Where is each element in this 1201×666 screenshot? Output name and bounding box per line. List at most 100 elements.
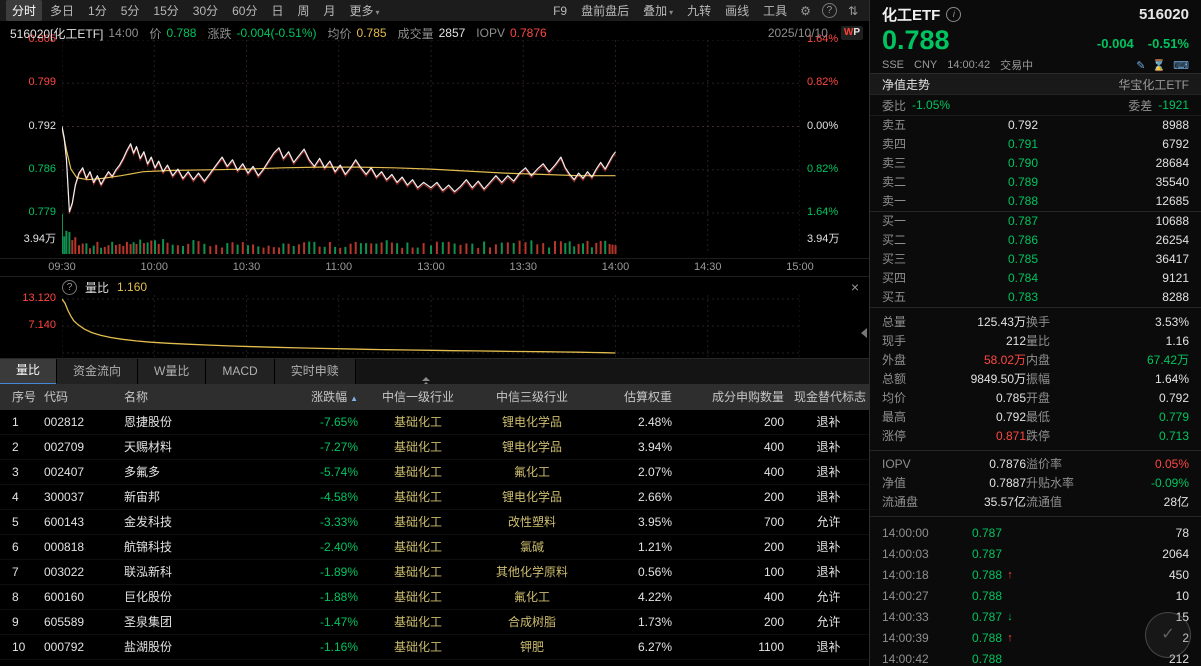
cell-weight: 1.73% xyxy=(592,610,678,634)
table-row[interactable]: 5600143金发科技-3.33%基础化工改性塑料3.95%700允许 xyxy=(0,510,869,535)
table-row[interactable]: 4300037新宙邦-4.58%基础化工锂电化学品2.66%200退补 xyxy=(0,485,869,510)
toolbar-period[interactable]: 多日 xyxy=(44,0,80,21)
toolbar-period[interactable]: 月 xyxy=(318,0,342,21)
volume-max-label: 3.94万 xyxy=(0,230,56,246)
stat-value: 0.792 xyxy=(1088,389,1189,408)
order-volume: 36417 xyxy=(1038,250,1189,269)
price-plot[interactable] xyxy=(62,40,800,214)
collapse-icon[interactable]: ⇅ xyxy=(843,4,863,18)
toolbar-period[interactable]: 1分 xyxy=(82,0,113,21)
stat-label: 溢价率 xyxy=(1026,455,1088,474)
ask-row[interactable]: 卖四0.7916792 xyxy=(870,135,1201,154)
watermark-badge: ✓ xyxy=(1145,612,1191,658)
order-level-label: 卖五 xyxy=(882,116,916,135)
column-header[interactable]: 涨跌幅▲ xyxy=(274,384,364,410)
percent-axis-label: 0.00% xyxy=(807,120,865,132)
toolbar-period[interactable]: 周 xyxy=(292,0,316,21)
price-value: 0.788 xyxy=(166,26,196,40)
stat-value: 28亿 xyxy=(1088,493,1189,512)
cell-unit-count: 700 xyxy=(678,510,794,534)
toolbar-period[interactable]: 日 xyxy=(265,0,289,21)
table-row[interactable]: 3002407多氟多-5.74%基础化工氟化工2.07%400退补 xyxy=(0,460,869,485)
percent-axis-label: 0.82% xyxy=(807,76,865,88)
monitor-icon[interactable]: ⌨ xyxy=(1173,59,1189,72)
tab-实时申赎[interactable]: 实时申赎 xyxy=(275,359,356,385)
tab-量比[interactable]: 量比 xyxy=(0,359,57,385)
cell-code: 003022 xyxy=(44,560,124,584)
ask-row[interactable]: 卖二0.78935540 xyxy=(870,173,1201,192)
cell-cash-flag: 允许 xyxy=(794,585,869,609)
stat-value: 0.871 xyxy=(926,427,1026,446)
tab-MACD[interactable]: MACD xyxy=(206,359,274,385)
ask-row[interactable]: 卖五0.7928988 xyxy=(870,116,1201,135)
table-row[interactable]: 7003022联泓新科-1.89%基础化工其他化学原料0.56%100退补 xyxy=(0,560,869,585)
table-row[interactable]: 2002709天赐材料-7.27%基础化工锂电化学品3.94%400退补 xyxy=(0,435,869,460)
cell-change: -2.40% xyxy=(274,535,364,559)
tick-arrow xyxy=(1002,523,1018,544)
tab-W量比[interactable]: W量比 xyxy=(138,359,206,385)
help-icon[interactable]: ? xyxy=(822,3,837,18)
tick-price: 0.788 xyxy=(940,586,1002,607)
stat-label: 换手 xyxy=(1026,313,1088,332)
tick-time: 14:00:03 xyxy=(882,544,940,565)
order-level-label: 买二 xyxy=(882,231,916,250)
edit-icon[interactable]: ✎ xyxy=(1136,59,1145,72)
info-icon[interactable]: i xyxy=(946,7,961,22)
stat-row: 净值0.7887升贴水率-0.09% xyxy=(870,474,1201,493)
volume-label: 成交量 xyxy=(398,25,434,42)
toolbar-tool[interactable]: 叠加▾ xyxy=(637,0,679,21)
toolbar-period[interactable]: 5分 xyxy=(115,0,146,21)
cell-cash-flag: 退补 xyxy=(794,560,869,584)
cell-index: 5 xyxy=(0,510,44,534)
toolbar-tool[interactable]: 工具 xyxy=(757,0,793,21)
alert-icon[interactable]: ⌛ xyxy=(1152,59,1166,72)
bid-row[interactable]: 买五0.7838288 xyxy=(870,288,1201,307)
toolbar-tool[interactable]: 九转 xyxy=(681,0,717,21)
stat-row: 均价0.785开盘0.792 xyxy=(870,389,1201,408)
stat-label: 净值 xyxy=(882,474,926,493)
subchart-header: ? 量比 1.160 × xyxy=(62,279,859,295)
ask-row[interactable]: 卖一0.78812685 xyxy=(870,192,1201,211)
stats-block-2: IOPV0.7876溢价率0.05%净值0.7887升贴水率-0.09%流通盘3… xyxy=(870,451,1201,516)
tick-price: 0.787 xyxy=(940,523,1002,544)
close-icon[interactable]: × xyxy=(851,280,859,294)
toolbar-period[interactable]: 30分 xyxy=(187,0,224,21)
cell-code: 000792 xyxy=(44,635,124,659)
help-icon[interactable]: ? xyxy=(62,280,77,295)
cell-industry-l3: 钾肥 xyxy=(472,635,592,659)
gear-icon[interactable]: ⚙ xyxy=(795,4,816,18)
table-row[interactable]: 10000792盐湖股份-1.16%基础化工钾肥6.27%1100退补 xyxy=(0,635,869,660)
toolbar-period[interactable]: 分时 xyxy=(6,0,42,21)
stat-label: 最高 xyxy=(882,408,926,427)
table-row[interactable]: 6000818航锦科技-2.40%基础化工氯碱1.21%200退补 xyxy=(0,535,869,560)
bid-row[interactable]: 买三0.78536417 xyxy=(870,250,1201,269)
tick-time: 14:00:39 xyxy=(882,628,940,649)
ask-row[interactable]: 卖三0.79028684 xyxy=(870,154,1201,173)
toolbar-tool[interactable]: F9 xyxy=(547,2,573,20)
table-row[interactable]: 8600160巨化股份-1.88%基础化工氟化工4.22%400允许 xyxy=(0,585,869,610)
time-tick: 13:00 xyxy=(417,261,445,273)
cell-industry-l1: 基础化工 xyxy=(364,635,472,659)
panel-collapse-handle[interactable] xyxy=(861,328,867,338)
cell-weight: 0.56% xyxy=(592,560,678,584)
order-volume: 35540 xyxy=(1038,173,1189,192)
table-row[interactable]: 1002812恩捷股份-7.65%基础化工锂电化学品2.48%200退补 xyxy=(0,410,869,435)
toolbar-tool[interactable]: 画线 xyxy=(719,0,755,21)
order-imbalance-row: 委比 -1.05% 委差 -1921 xyxy=(870,95,1201,116)
order-level-label: 卖三 xyxy=(882,154,916,173)
weicha-label: 委差 xyxy=(1128,97,1152,114)
intraday-chart: 516020[化工ETF] 14:00 价 0.788 涨跌 -0.004(-0… xyxy=(0,22,869,258)
tick-time: 14:00:27 xyxy=(882,586,940,607)
tab-nav-trend[interactable]: 净值走势 xyxy=(882,76,930,93)
toolbar-period[interactable]: 15分 xyxy=(147,0,184,21)
bid-row[interactable]: 买一0.78710688 xyxy=(870,212,1201,231)
table-row[interactable]: 9605589圣泉集团-1.47%基础化工合成树脂1.73%200允许 xyxy=(0,610,869,635)
bid-row[interactable]: 买二0.78626254 xyxy=(870,231,1201,250)
toolbar-period[interactable]: 更多▾ xyxy=(344,0,386,21)
toolbar-tool[interactable]: 盘前盘后 xyxy=(575,0,635,21)
tab-资金流向[interactable]: 资金流向 xyxy=(57,359,138,385)
cell-name: 天赐材料 xyxy=(124,435,274,459)
toolbar-period[interactable]: 60分 xyxy=(226,0,263,21)
weibi-value: -1.05% xyxy=(912,98,950,112)
bid-row[interactable]: 买四0.7849121 xyxy=(870,269,1201,288)
